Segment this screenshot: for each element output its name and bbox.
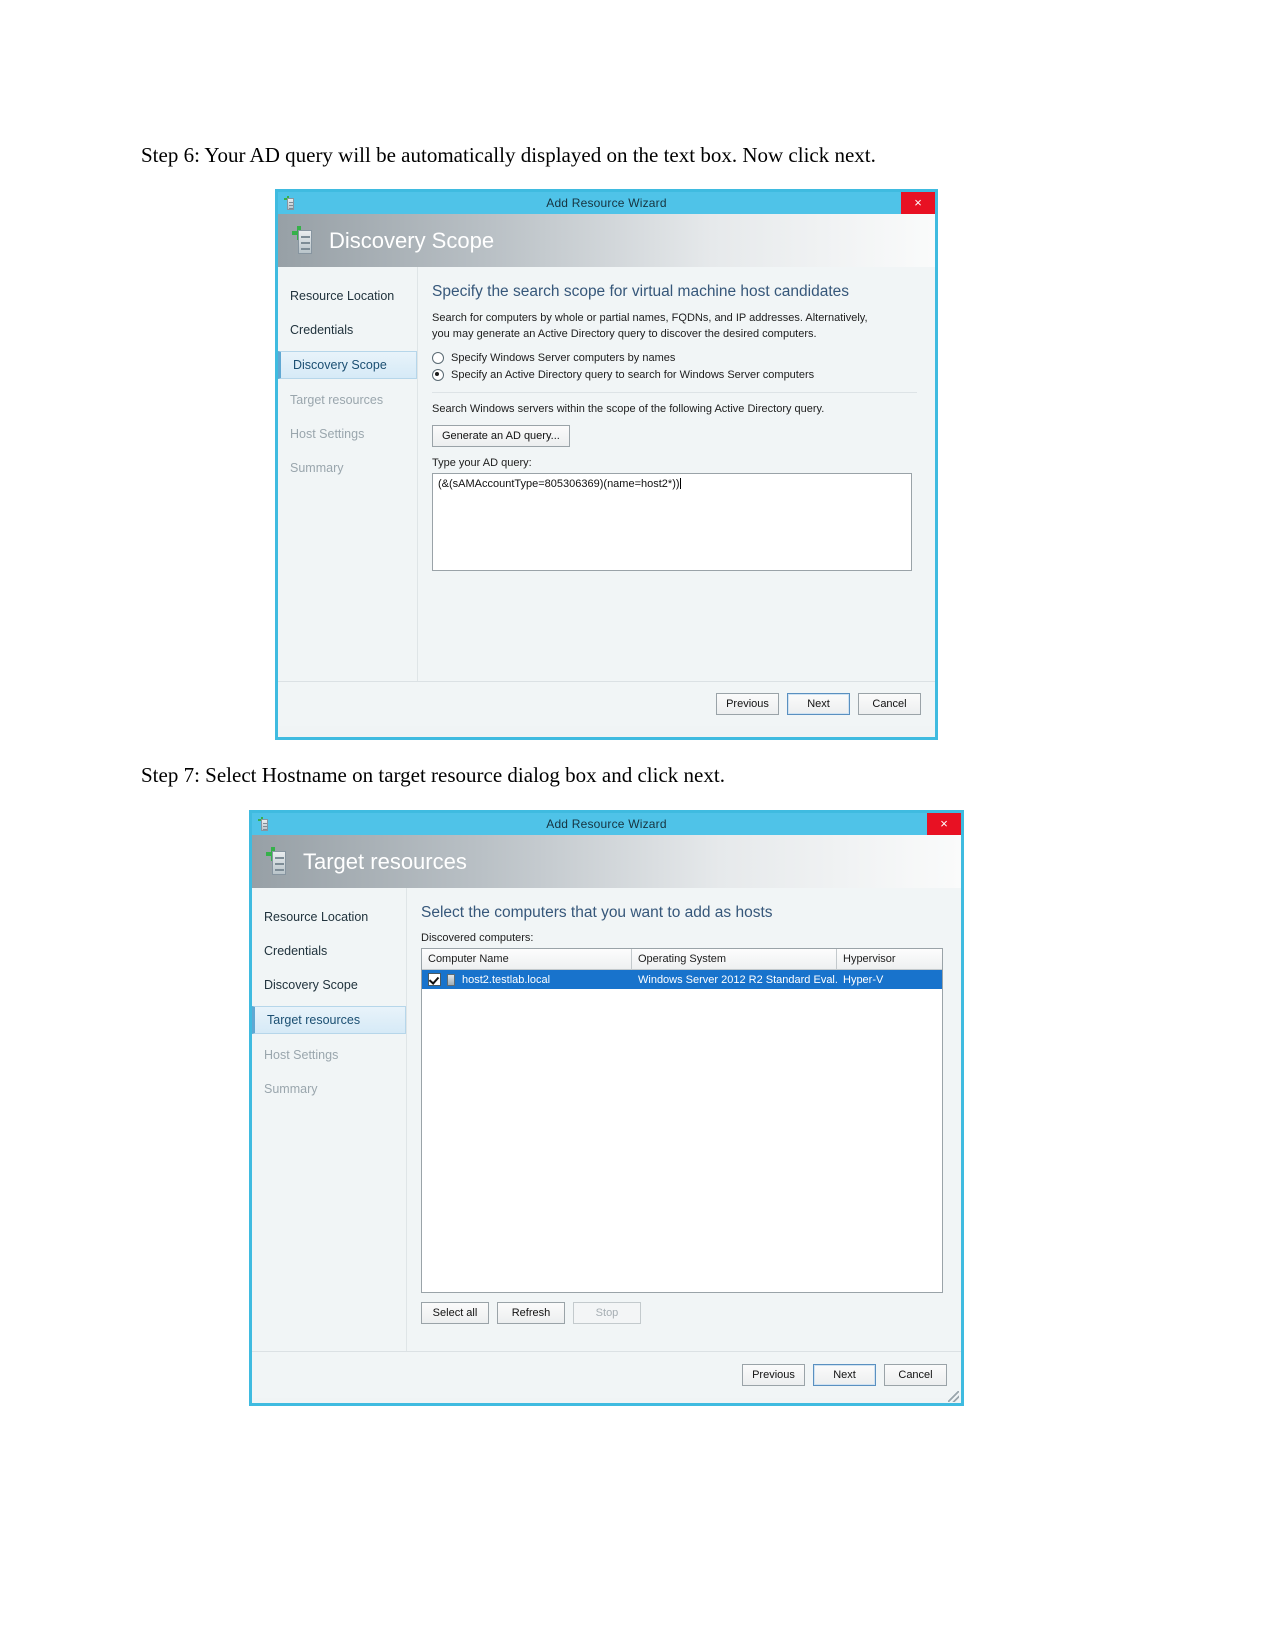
refresh-button[interactable]: Refresh <box>497 1302 565 1324</box>
content-divider <box>432 391 917 393</box>
radio-specify-by-names[interactable]: Specify Windows Server computers by name… <box>432 351 917 364</box>
cancel-button-dialog2[interactable]: Cancel <box>884 1364 947 1386</box>
wizard-server-icon <box>258 816 271 832</box>
content-heading-dialog2: Select the computers that you want to ad… <box>421 904 773 921</box>
sidebar-item-resource-location[interactable]: Resource Location <box>252 904 406 930</box>
query-field-label: Type your AD query: <box>432 456 532 469</box>
discovery-scope-icon <box>292 225 318 256</box>
wizard-header-dialog2: Target resources <box>252 835 961 888</box>
sidebar-item-credentials[interactable]: Credentials <box>252 938 406 964</box>
select-all-button[interactable]: Select all <box>421 1302 489 1324</box>
computer-name-text: host2.testlab.local <box>462 973 551 986</box>
step7-caption: Step 7: Select Hostname on target resour… <box>141 763 725 787</box>
previous-button-dialog1[interactable]: Previous <box>716 693 779 715</box>
wizard-body-dialog2: Resource Location Credentials Discovery … <box>252 888 961 1351</box>
sidebar-item-summary: Summary <box>264 1082 318 1096</box>
sidebar-item-credentials[interactable]: Credentials <box>278 317 417 343</box>
next-button-dialog1[interactable]: Next <box>787 693 850 715</box>
wizard-footer-dialog1: Previous Next Cancel <box>278 681 935 726</box>
cell-operating-system: Windows Server 2012 R2 Standard Eval... <box>638 973 837 986</box>
window-title-dialog2: Add Resource Wizard <box>546 817 667 831</box>
radio-names-indicator <box>432 351 444 364</box>
row-checkbox[interactable] <box>428 973 441 986</box>
close-icon-dialog1[interactable]: × <box>901 192 935 214</box>
titlebar-dialog1: Add Resource Wizard × <box>278 192 935 214</box>
column-header-computer-name[interactable]: Computer Name <box>422 949 632 969</box>
window-title-dialog1: Add Resource Wizard <box>546 196 667 210</box>
target-resources-window: Add Resource Wizard × Target resources R… <box>249 810 964 1406</box>
page-title-dialog2: Target resources <box>303 848 467 874</box>
sidebar-item-discovery-scope[interactable]: Discovery Scope <box>252 972 406 998</box>
wizard-footer-dialog2: Previous Next Cancel <box>252 1351 961 1398</box>
discovered-computers-table[interactable]: Computer Name Operating System Hyperviso… <box>421 948 943 1293</box>
sidebar-item-discovery-scope[interactable]: Discovery Scope <box>278 351 417 379</box>
discovery-scope-window: Add Resource Wizard × Discovery Scope Re… <box>275 189 938 740</box>
radio-query-indicator <box>432 368 444 381</box>
cancel-button-dialog1[interactable]: Cancel <box>858 693 921 715</box>
column-header-operating-system[interactable]: Operating System <box>632 949 837 969</box>
wizard-body-dialog1: Resource Location Credentials Discovery … <box>278 267 935 681</box>
titlebar-dialog2: Add Resource Wizard × <box>252 813 961 835</box>
sidebar-item-host-settings: Host Settings <box>290 427 365 441</box>
previous-button-dialog2[interactable]: Previous <box>742 1364 805 1386</box>
sidebar-item-target-resources: Target resources <box>290 393 384 407</box>
content-heading-dialog1: Specify the search scope for virtual mac… <box>432 283 850 300</box>
wizard-nav-dialog1: Resource Location Credentials Discovery … <box>278 267 418 681</box>
discovered-computers-label: Discovered computers: <box>421 932 534 944</box>
wizard-server-icon <box>284 195 297 211</box>
table-row[interactable]: host2.testlab.local Windows Server 2012 … <box>422 970 942 989</box>
sidebar-item-summary: Summary <box>290 461 344 475</box>
next-button-dialog2[interactable]: Next <box>813 1364 876 1386</box>
document-page: Step 6: Your AD query will be automatica… <box>0 0 1275 1651</box>
stop-button: Stop <box>573 1302 641 1324</box>
ad-query-input[interactable]: (&(sAMAccountType=805306369)(name=host2*… <box>432 472 912 571</box>
sidebar-item-host-settings: Host Settings <box>264 1048 339 1062</box>
table-header-row: Computer Name Operating System Hyperviso… <box>422 949 942 970</box>
close-icon-dialog2[interactable]: × <box>927 813 961 835</box>
cell-computer-name: host2.testlab.local <box>422 970 632 989</box>
content-description-dialog1: Search for computers by whole or partial… <box>432 312 868 340</box>
wizard-content-dialog1: Specify the search scope for virtual mac… <box>418 267 935 681</box>
scope-description: Search Windows servers within the scope … <box>432 402 825 415</box>
wizard-header-dialog1: Discovery Scope <box>278 214 935 267</box>
step6-caption: Step 6: Your AD query will be automatica… <box>141 143 876 167</box>
target-resources-icon <box>266 846 292 877</box>
ad-query-value: (&(sAMAccountType=805306369)(name=host2*… <box>438 477 680 490</box>
cell-hypervisor: Hyper-V <box>843 973 884 986</box>
list-actions: Select all Refresh Stop <box>421 1302 943 1324</box>
radio-names-label: Specify Windows Server computers by name… <box>451 351 676 364</box>
radio-query-label: Specify an Active Directory query to sea… <box>451 368 815 381</box>
generate-ad-query-button[interactable]: Generate an AD query... <box>432 424 570 447</box>
page-title-dialog1: Discovery Scope <box>329 227 495 253</box>
radio-specify-ad-query[interactable]: Specify an Active Directory query to sea… <box>432 368 917 381</box>
wizard-nav-dialog2: Resource Location Credentials Discovery … <box>252 888 407 1351</box>
column-header-hypervisor[interactable]: Hypervisor <box>837 949 942 969</box>
resize-grip-icon[interactable] <box>948 1391 959 1402</box>
sidebar-item-resource-location[interactable]: Resource Location <box>278 283 417 309</box>
sidebar-item-target-resources[interactable]: Target resources <box>252 1006 406 1034</box>
wizard-content-dialog2: Select the computers that you want to ad… <box>407 888 961 1351</box>
text-caret <box>679 477 681 489</box>
computer-icon <box>446 973 456 986</box>
